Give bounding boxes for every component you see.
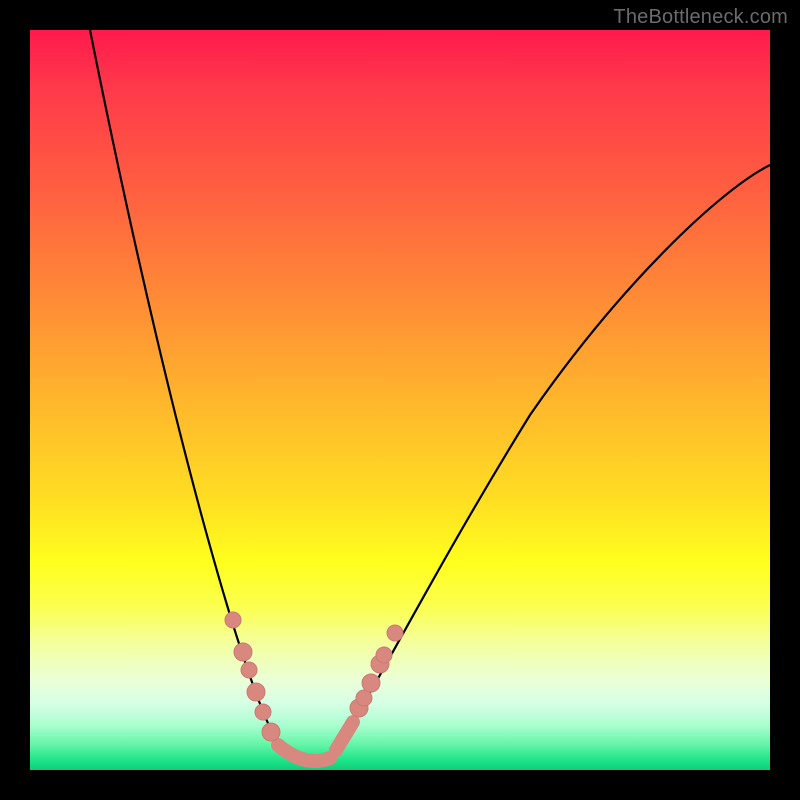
- marker-dot: [225, 612, 241, 628]
- marker-dot: [234, 643, 252, 661]
- marker-cluster-right: [336, 722, 353, 750]
- watermark-text: TheBottleneck.com: [613, 6, 788, 29]
- bottleneck-curve: [90, 30, 770, 763]
- chart-svg: [30, 30, 770, 770]
- marker-dot: [247, 683, 265, 701]
- marker-dot: [262, 723, 280, 741]
- marker-cluster-valley: [278, 745, 330, 761]
- marker-dot: [255, 704, 271, 720]
- marker-dot: [241, 662, 257, 678]
- marker-dot: [387, 625, 403, 641]
- marker-dot: [356, 690, 372, 706]
- marker-dot: [376, 647, 392, 663]
- marker-dot: [362, 674, 380, 692]
